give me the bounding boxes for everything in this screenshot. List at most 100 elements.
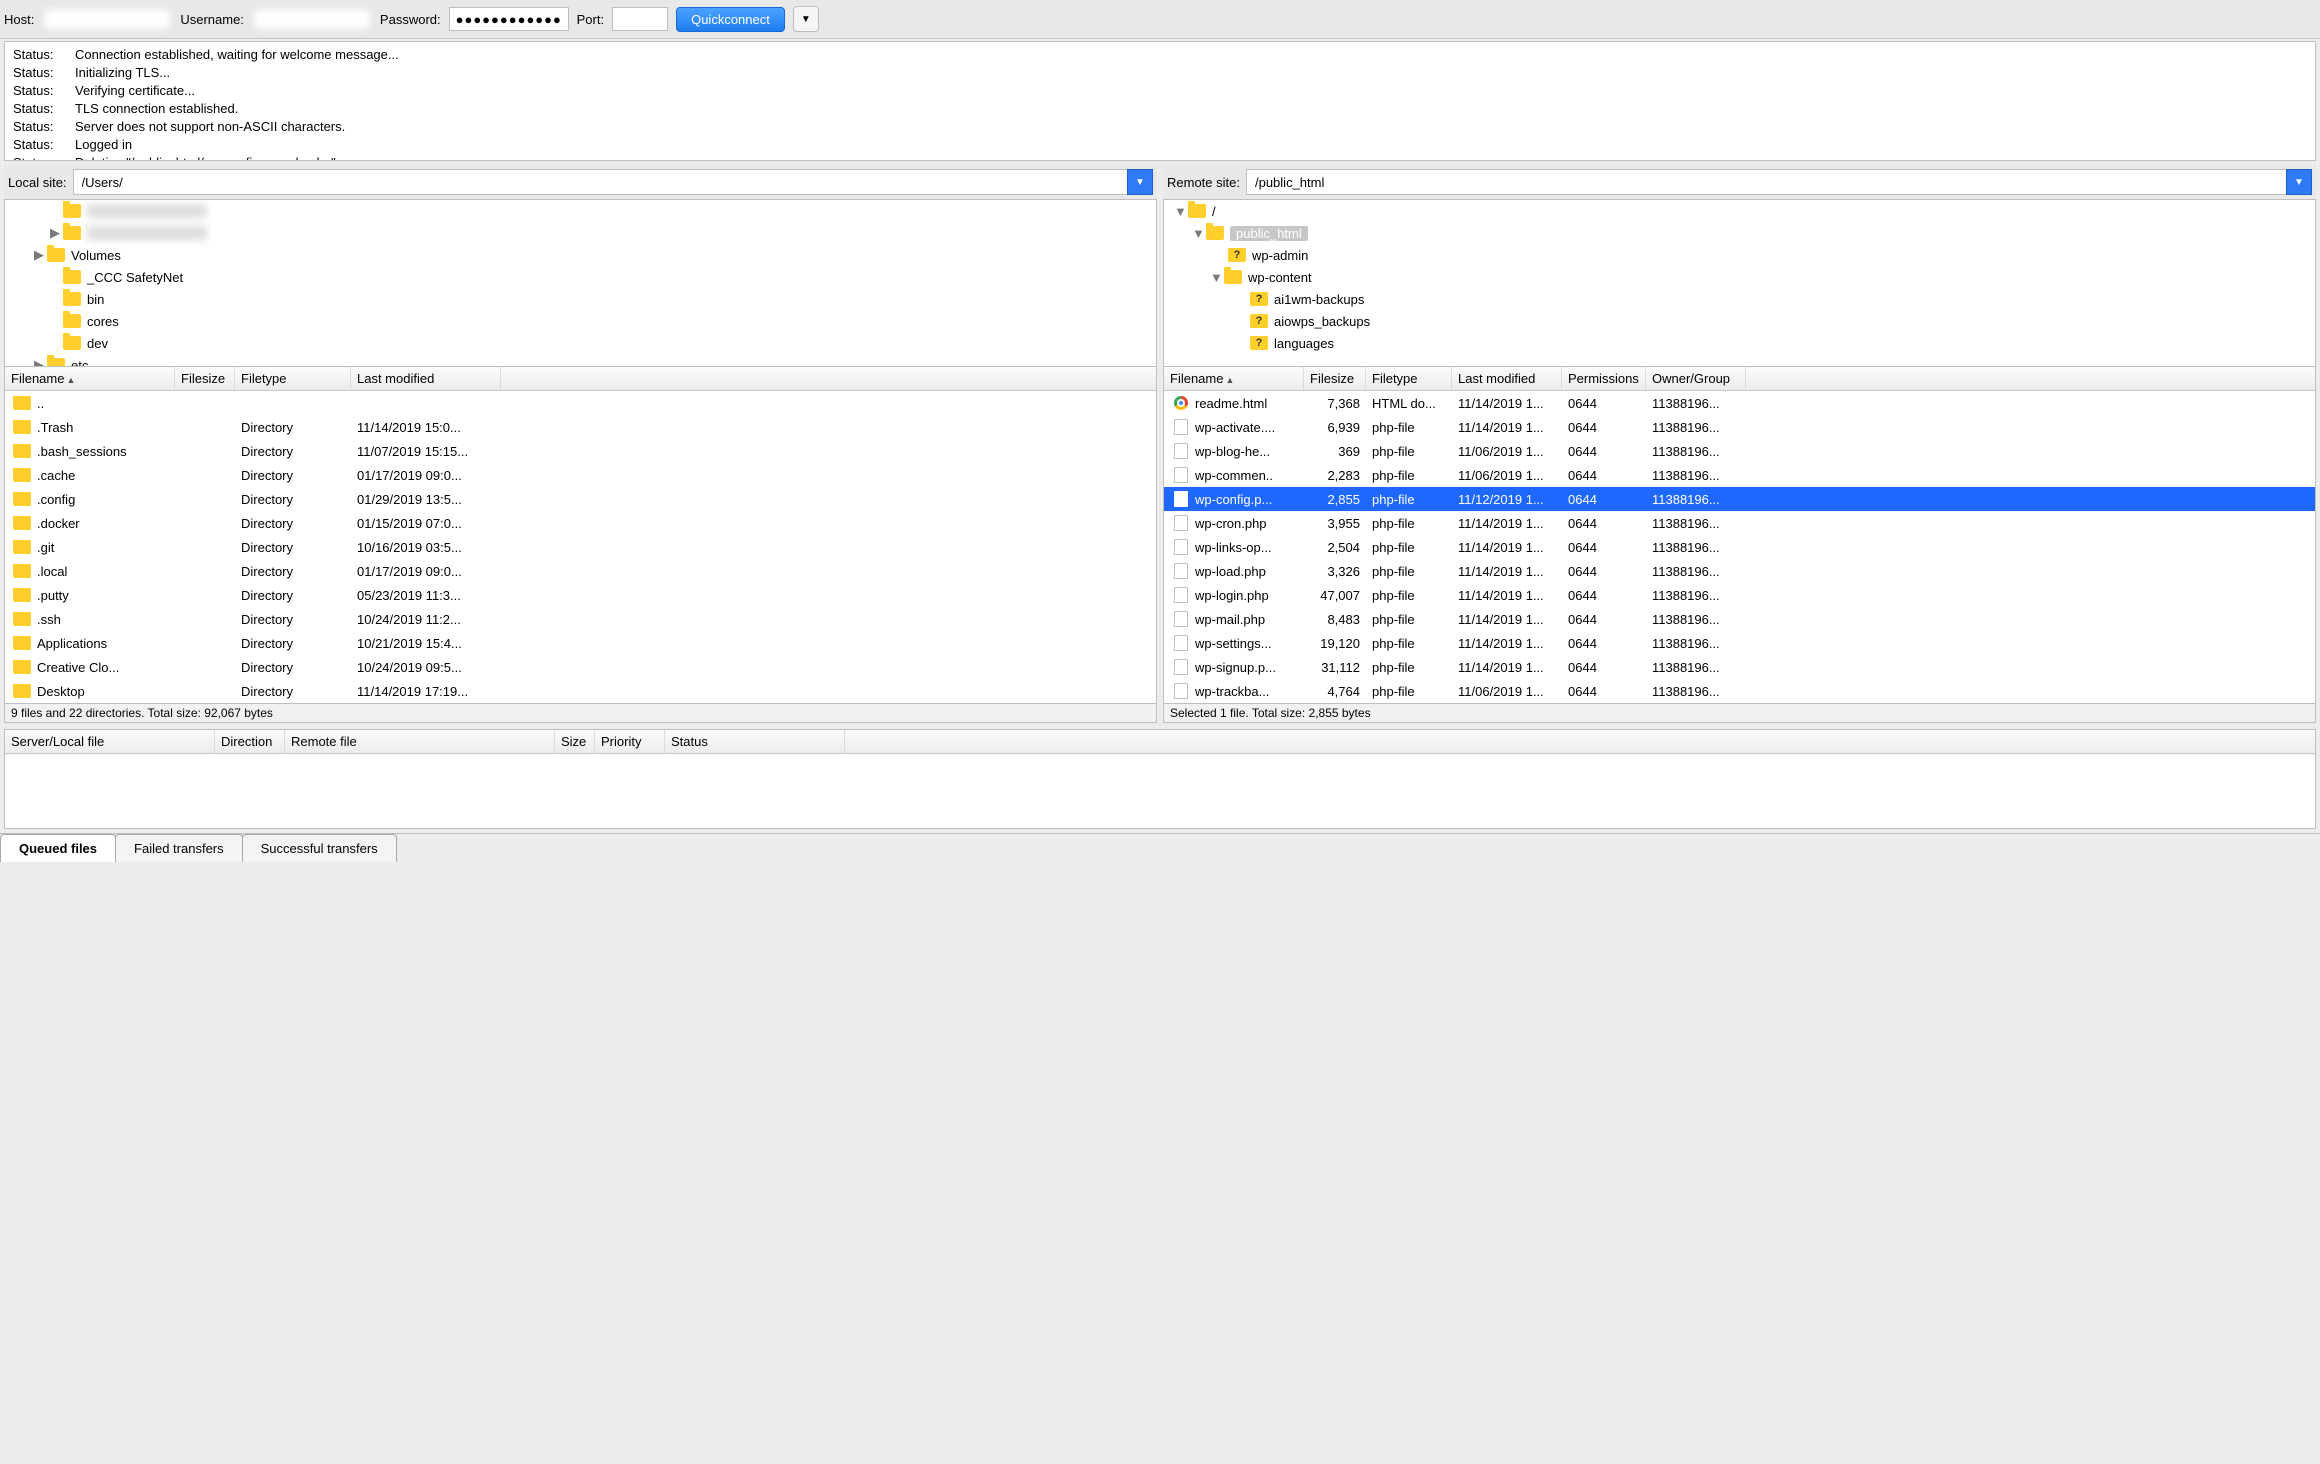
column-header[interactable]: Filetype <box>1366 367 1452 390</box>
local-file-list[interactable]: Filename▲FilesizeFiletypeLast modified .… <box>4 367 1157 704</box>
tree-item[interactable]: cores <box>5 310 1156 332</box>
tree-item[interactable]: ?languages <box>1164 332 2315 354</box>
file-row[interactable]: .ssh Directory10/24/2019 11:2... <box>5 607 1156 631</box>
file-row[interactable]: .bash_sessions Directory11/07/2019 15:15… <box>5 439 1156 463</box>
file-icon <box>1174 515 1188 531</box>
file-row[interactable]: wp-blog-he... 369php-file11/06/2019 1...… <box>1164 439 2315 463</box>
file-row[interactable]: Desktop Directory11/14/2019 17:19... <box>5 679 1156 703</box>
tree-item[interactable]: bin <box>5 288 1156 310</box>
chevron-down-icon: ▼ <box>801 14 811 25</box>
file-row[interactable]: .cache Directory01/17/2019 09:0... <box>5 463 1156 487</box>
tree-item[interactable] <box>5 200 1156 222</box>
tree-item[interactable]: ▼ public_html <box>1164 222 2315 244</box>
column-header[interactable]: Direction <box>215 730 285 753</box>
transfer-queue[interactable]: Server/Local fileDirectionRemote fileSiz… <box>4 729 2316 829</box>
column-header[interactable]: Size <box>555 730 595 753</box>
local-path-input[interactable] <box>73 169 1127 195</box>
file-row[interactable]: wp-config.p... 2,855php-file11/12/2019 1… <box>1164 487 2315 511</box>
file-row[interactable]: wp-mail.php 8,483php-file11/14/2019 1...… <box>1164 607 2315 631</box>
file-row[interactable]: .local Directory01/17/2019 09:0... <box>5 559 1156 583</box>
column-header[interactable]: Status <box>665 730 845 753</box>
file-row[interactable]: wp-activate.... 6,939php-file11/14/2019 … <box>1164 415 2315 439</box>
file-row[interactable]: wp-trackba... 4,764php-file11/06/2019 1.… <box>1164 679 2315 703</box>
column-header[interactable]: Filetype <box>235 367 351 390</box>
chevron-down-icon: ▼ <box>2294 177 2304 188</box>
queue-tabs: Queued files Failed transfers Successful… <box>0 833 2320 862</box>
disclosure-triangle-icon[interactable]: ▶ <box>33 357 45 367</box>
disclosure-triangle-icon[interactable]: ▶ <box>49 225 61 241</box>
tab-successful-transfers[interactable]: Successful transfers <box>242 834 397 862</box>
remote-directory-tree[interactable]: ▼ / ▼ public_html ?wp-admin ▼ wp-content… <box>1163 199 2316 367</box>
file-row[interactable]: wp-login.php 47,007php-file11/14/2019 1.… <box>1164 583 2315 607</box>
file-row[interactable]: wp-cron.php 3,955php-file11/14/2019 1...… <box>1164 511 2315 535</box>
password-input[interactable] <box>449 7 569 31</box>
chevron-down-icon: ▼ <box>1135 177 1145 188</box>
tree-item[interactable]: ▶ Volumes <box>5 244 1156 266</box>
folder-icon <box>63 314 81 328</box>
tab-queued-files[interactable]: Queued files <box>0 834 116 862</box>
file-row[interactable]: wp-load.php 3,326php-file11/14/2019 1...… <box>1164 559 2315 583</box>
tree-item[interactable]: ▼ wp-content <box>1164 266 2315 288</box>
column-header[interactable]: Filesize <box>175 367 235 390</box>
local-site-label: Local site: <box>8 175 67 190</box>
column-header[interactable]: Filename▲ <box>5 367 175 390</box>
tree-item[interactable]: ?wp-admin <box>1164 244 2315 266</box>
local-pane: Local site: ▼ ▶ ▶ Volumes _CCC SafetyNet… <box>4 165 1157 723</box>
tab-failed-transfers[interactable]: Failed transfers <box>115 834 243 862</box>
file-row[interactable]: Applications Directory10/21/2019 15:4... <box>5 631 1156 655</box>
file-row[interactable]: wp-settings... 19,120php-file11/14/2019 … <box>1164 631 2315 655</box>
folder-icon <box>13 660 31 674</box>
remote-file-list[interactable]: Filename▲FilesizeFiletypeLast modifiedPe… <box>1163 367 2316 704</box>
tree-item[interactable]: _CCC SafetyNet <box>5 266 1156 288</box>
remote-path-input[interactable] <box>1246 169 2286 195</box>
column-header[interactable]: Owner/Group <box>1646 367 1746 390</box>
local-directory-tree[interactable]: ▶ ▶ Volumes _CCC SafetyNet bin cores dev… <box>4 199 1157 367</box>
folder-icon <box>1188 204 1206 218</box>
file-row[interactable]: .. <box>5 391 1156 415</box>
column-header[interactable]: Remote file <box>285 730 555 753</box>
tree-item[interactable]: ▼ / <box>1164 200 2315 222</box>
tree-item[interactable]: ?ai1wm-backups <box>1164 288 2315 310</box>
file-row[interactable]: .Trash Directory11/14/2019 15:0... <box>5 415 1156 439</box>
column-header[interactable]: Permissions <box>1562 367 1646 390</box>
tree-item[interactable]: dev <box>5 332 1156 354</box>
file-row[interactable]: .config Directory01/29/2019 13:5... <box>5 487 1156 511</box>
disclosure-triangle-icon[interactable]: ▶ <box>33 247 45 263</box>
file-row[interactable]: Creative Clo... Directory10/24/2019 09:5… <box>5 655 1156 679</box>
message-log[interactable]: Status:Connection established, waiting f… <box>4 41 2316 161</box>
tree-item[interactable]: ?aiowps_backups <box>1164 310 2315 332</box>
disclosure-triangle-icon[interactable]: ▼ <box>1210 270 1222 285</box>
tree-item[interactable]: ▶ <box>5 222 1156 244</box>
disclosure-triangle-icon[interactable]: ▼ <box>1174 204 1186 219</box>
file-row[interactable]: wp-links-op... 2,504php-file11/14/2019 1… <box>1164 535 2315 559</box>
username-input[interactable] <box>252 7 372 31</box>
column-header[interactable]: Last modified <box>1452 367 1562 390</box>
file-row[interactable]: .docker Directory01/15/2019 07:0... <box>5 511 1156 535</box>
folder-icon <box>13 516 31 530</box>
file-row[interactable]: .git Directory10/16/2019 03:5... <box>5 535 1156 559</box>
folder-unknown-icon: ? <box>1228 248 1246 262</box>
folder-icon <box>13 396 31 410</box>
file-row[interactable]: wp-signup.p... 31,112php-file11/14/2019 … <box>1164 655 2315 679</box>
tree-item[interactable]: ▶ etc <box>5 354 1156 367</box>
log-line: Status:Connection established, waiting f… <box>13 46 2307 64</box>
host-input[interactable] <box>42 7 172 31</box>
column-header[interactable]: Filesize <box>1304 367 1366 390</box>
file-row[interactable]: .putty Directory05/23/2019 11:3... <box>5 583 1156 607</box>
column-header[interactable]: Last modified <box>351 367 501 390</box>
remote-path-dropdown[interactable]: ▼ <box>2286 169 2312 195</box>
folder-icon <box>13 468 31 482</box>
log-line: Status:Server does not support non-ASCII… <box>13 118 2307 136</box>
file-row[interactable]: wp-commen.. 2,283php-file11/06/2019 1...… <box>1164 463 2315 487</box>
column-header[interactable]: Priority <box>595 730 665 753</box>
column-header[interactable]: Server/Local file <box>5 730 215 753</box>
folder-icon <box>63 226 81 240</box>
quickconnect-history-dropdown[interactable]: ▼ <box>793 6 819 32</box>
disclosure-triangle-icon[interactable]: ▼ <box>1192 226 1204 241</box>
file-row[interactable]: readme.html 7,368HTML do...11/14/2019 1.… <box>1164 391 2315 415</box>
port-input[interactable] <box>612 7 668 31</box>
column-header[interactable]: Filename▲ <box>1164 367 1304 390</box>
local-status-bar: 9 files and 22 directories. Total size: … <box>4 704 1157 723</box>
local-path-dropdown[interactable]: ▼ <box>1127 169 1153 195</box>
quickconnect-button[interactable]: Quickconnect <box>676 7 785 32</box>
